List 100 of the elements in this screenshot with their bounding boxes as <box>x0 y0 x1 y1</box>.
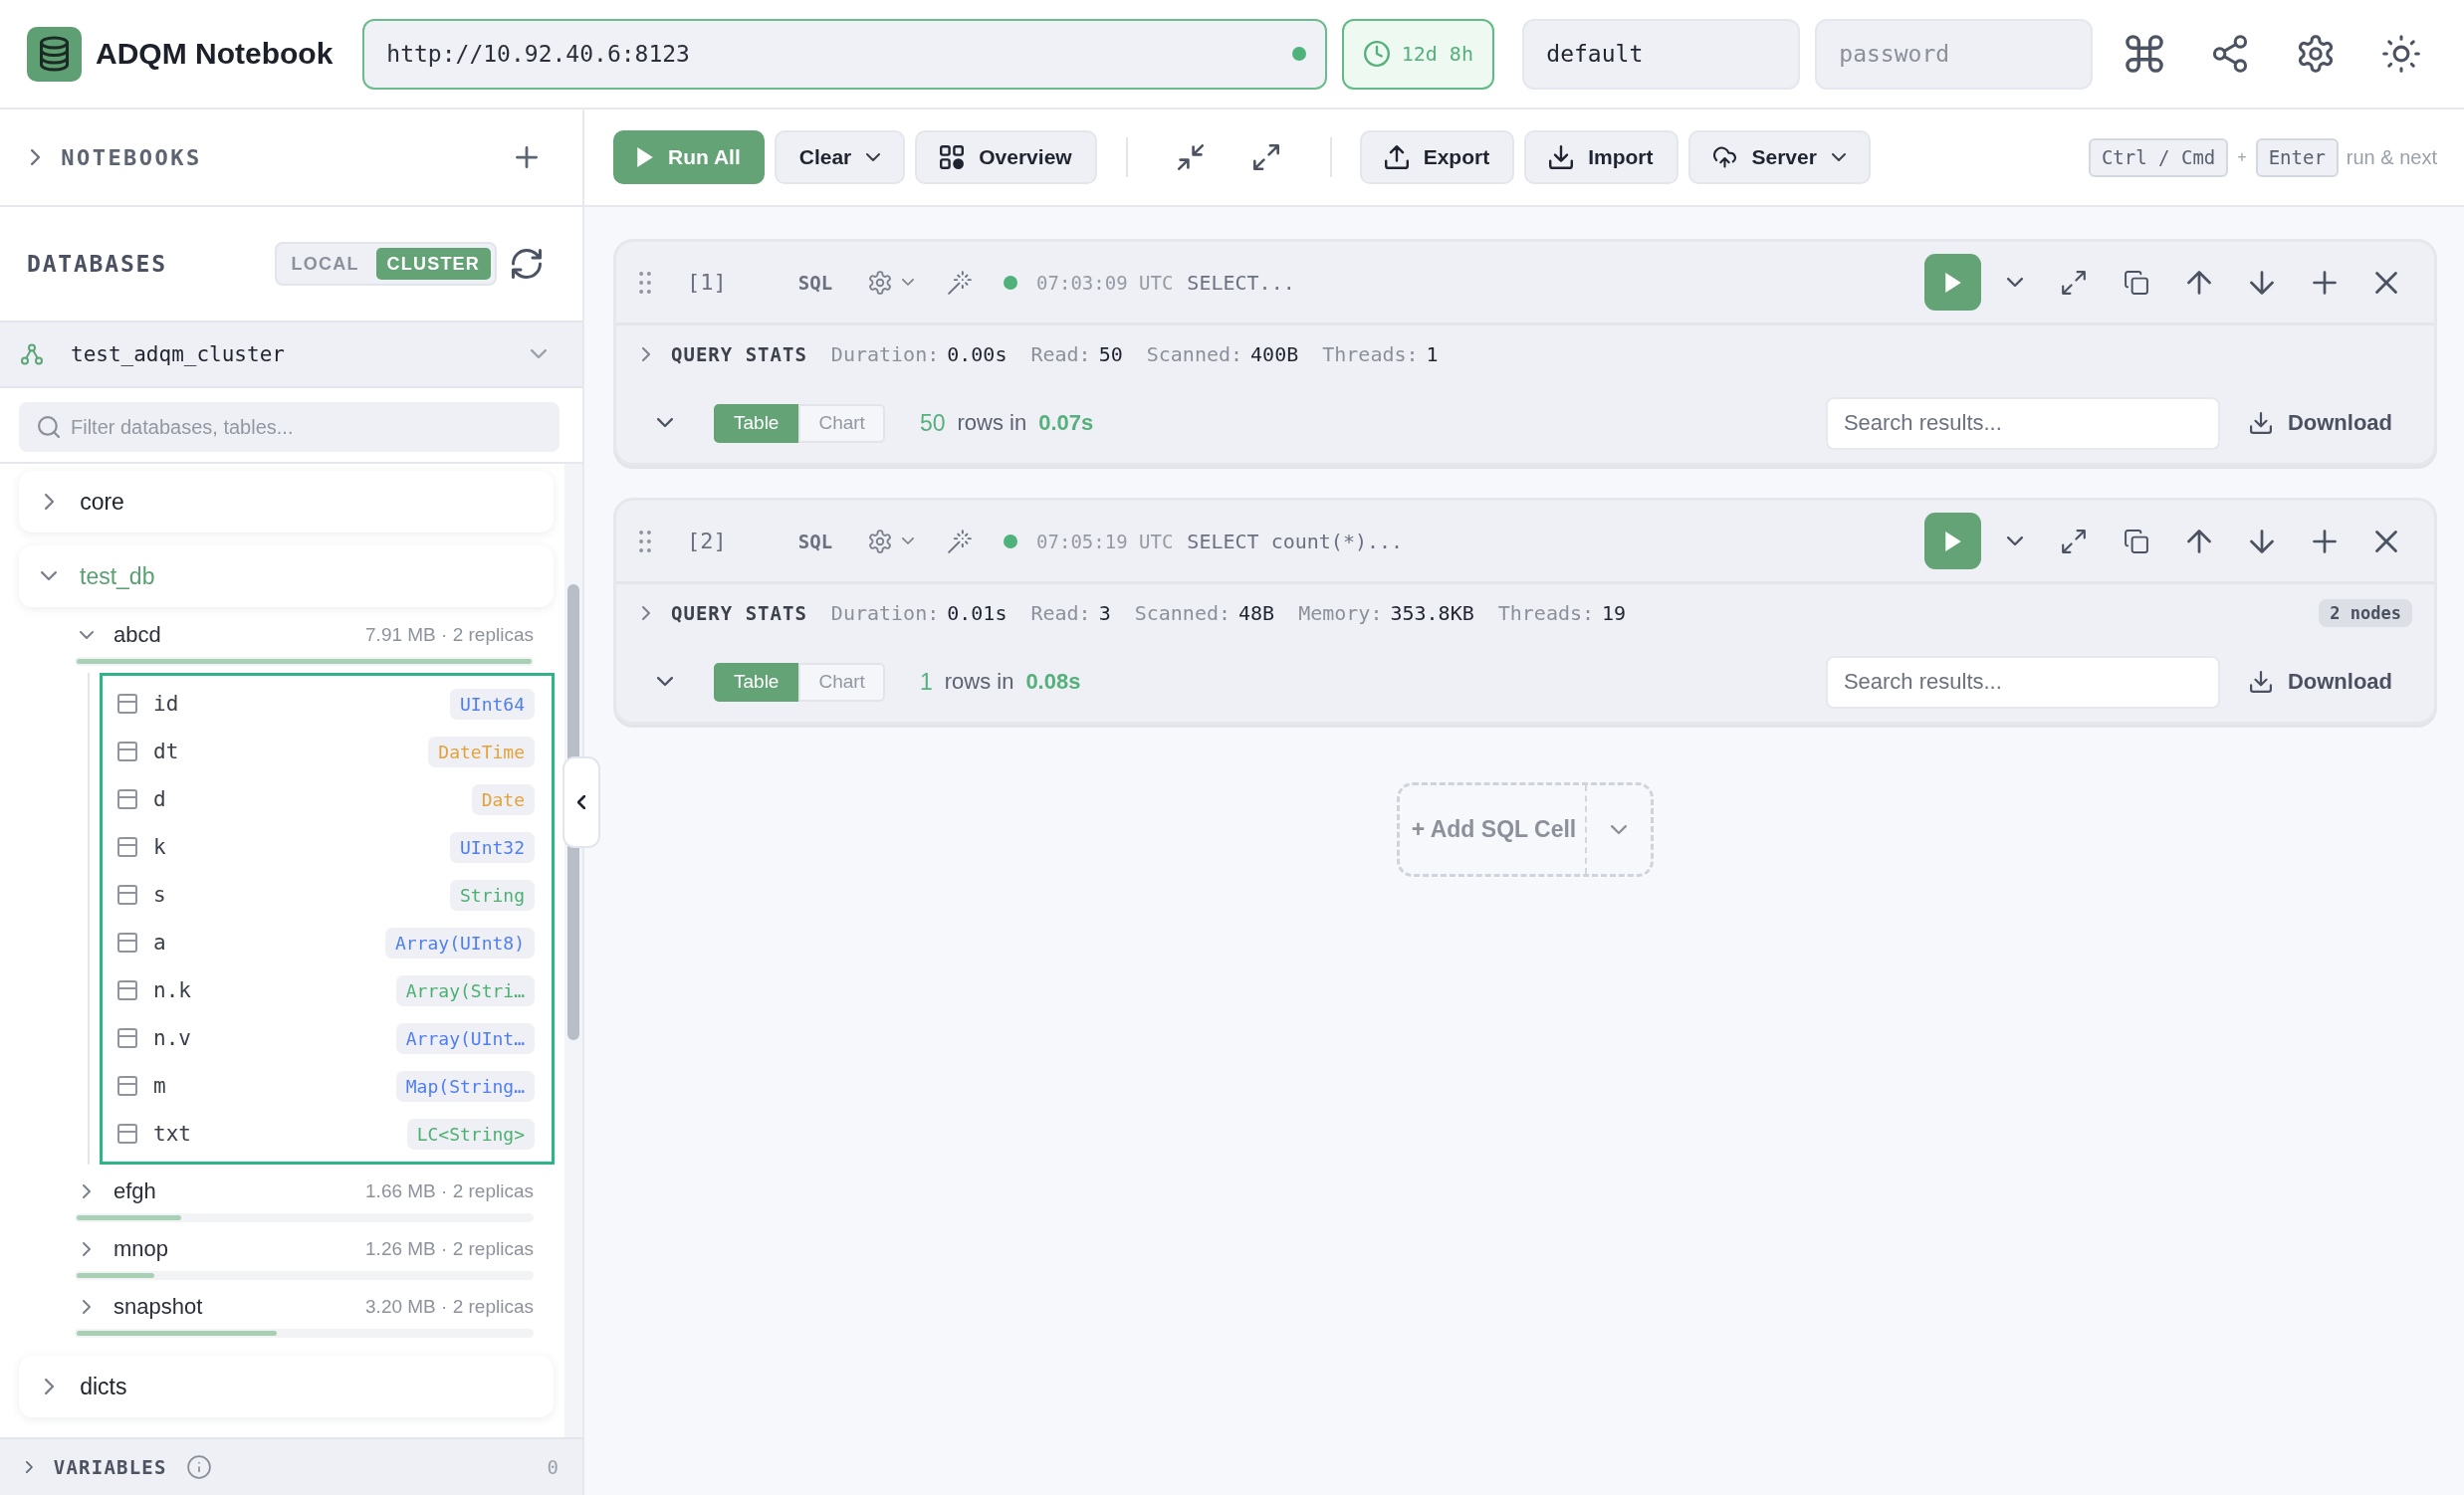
table-size: 1.66 MB · 2 replicas <box>365 1180 534 1202</box>
database-item[interactable]: core <box>19 471 554 533</box>
column-type: UInt64 <box>449 688 535 720</box>
column-name[interactable]: n.v <box>153 1026 191 1050</box>
settings-icon[interactable] <box>2297 35 2335 73</box>
column-name[interactable]: txt <box>153 1122 191 1146</box>
plus-icon[interactable] <box>2313 529 2337 553</box>
cluster-select[interactable]: test_adqm_cluster <box>0 320 582 388</box>
close-icon[interactable] <box>2375 271 2397 294</box>
username-field[interactable]: default <box>1522 18 1801 90</box>
arrow-down-icon[interactable] <box>2250 270 2274 295</box>
column-icon <box>117 1124 137 1144</box>
variables-heading[interactable]: VARIABLES <box>53 1456 167 1478</box>
chevron-icon[interactable] <box>657 418 673 428</box>
column-type: LC<String> <box>406 1118 535 1150</box>
arrows-in-icon[interactable] <box>1177 144 1204 170</box>
table-name[interactable]: efgh <box>113 1178 156 1204</box>
sun-icon[interactable] <box>2382 35 2420 73</box>
magic-wand-icon[interactable] <box>948 529 973 553</box>
column-type: Array(UInt… <box>395 1022 535 1054</box>
download-button[interactable]: Download <box>2249 410 2392 436</box>
arrows-out-icon[interactable] <box>2062 529 2086 553</box>
run-cell-button[interactable] <box>1924 513 1981 569</box>
column-icon <box>117 694 137 714</box>
query-preview[interactable]: SELECT... <box>1187 270 1295 295</box>
notebooks-heading[interactable]: NOTEBOOKS <box>61 144 202 170</box>
chevron-icon[interactable] <box>26 1461 33 1473</box>
search-field[interactable]: Search results... <box>1825 396 2220 450</box>
clear-button[interactable]: Clear <box>774 130 906 184</box>
column-name[interactable]: a <box>153 931 166 955</box>
caret-icon[interactable] <box>2007 277 2023 288</box>
play-icon <box>1944 531 1961 551</box>
run-cell-button[interactable] <box>1924 254 1981 311</box>
search-field[interactable]: Search results... <box>1825 655 2220 709</box>
download-icon <box>1549 145 1574 169</box>
run-time: 07:05:19 UTC <box>1036 530 1174 552</box>
plus-icon[interactable] <box>516 146 538 168</box>
filter-field[interactable]: Filter databases, tables... <box>19 402 560 452</box>
column-name[interactable]: n.k <box>153 978 191 1002</box>
server-button[interactable]: Server <box>1687 130 1871 184</box>
nodes-count: 2 nodes <box>2319 599 2412 627</box>
stat-value: 0.01s <box>947 601 1008 625</box>
table-name[interactable]: abcd <box>113 622 161 648</box>
download-button[interactable]: Download <box>2249 669 2392 695</box>
arrow-up-icon[interactable] <box>2187 529 2211 553</box>
close-icon[interactable] <box>2375 530 2397 552</box>
chevron-icon[interactable] <box>80 631 94 639</box>
url-field[interactable]: http://10.92.40.6:8123 <box>362 18 1328 90</box>
chevron-icon[interactable] <box>657 677 673 687</box>
cell-settings-button[interactable] <box>868 529 915 553</box>
info-icon[interactable] <box>186 1455 211 1479</box>
column-name[interactable]: s <box>153 883 166 907</box>
column-name[interactable]: m <box>153 1074 166 1098</box>
shortcut-action: run & next <box>2346 145 2437 169</box>
chevron-icon[interactable] <box>83 1242 91 1256</box>
import-button[interactable]: Import <box>1524 130 1679 184</box>
table-name[interactable]: snapshot <box>113 1294 203 1320</box>
arrow-up-icon[interactable] <box>2187 270 2211 295</box>
query-stats-label[interactable]: QUERY STATS <box>671 343 807 365</box>
chevron-icon[interactable] <box>83 1184 91 1198</box>
drag-handle-icon[interactable] <box>639 271 651 294</box>
caret-icon[interactable] <box>2007 535 2023 546</box>
column-icon <box>117 742 137 761</box>
copy-icon[interactable] <box>2125 270 2148 295</box>
column-type: Map(String… <box>395 1070 535 1102</box>
database-item[interactable]: dicts <box>19 1356 554 1417</box>
chevron-icon[interactable] <box>31 149 41 165</box>
query-stats-label[interactable]: QUERY STATS <box>671 602 807 624</box>
cell-settings-button[interactable] <box>868 270 915 295</box>
arrows-out-icon[interactable] <box>1252 144 1279 170</box>
upload-icon <box>1384 145 1409 169</box>
plus-icon[interactable] <box>2313 270 2337 295</box>
arrow-down-icon[interactable] <box>2250 529 2274 553</box>
table-size: 1.26 MB · 2 replicas <box>365 1238 534 1260</box>
play-icon <box>637 147 653 167</box>
clock-icon <box>1363 41 1390 67</box>
stat-value: 1 <box>1426 342 1439 366</box>
query-preview[interactable]: SELECT count(*)... <box>1187 529 1404 553</box>
column-name[interactable]: id <box>153 692 179 716</box>
caret-icon[interactable] <box>1611 824 1628 835</box>
column-name[interactable]: dt <box>153 740 179 763</box>
copy-icon[interactable] <box>2125 529 2148 553</box>
column-name[interactable]: d <box>153 787 166 811</box>
drag-handle-icon[interactable] <box>639 530 651 552</box>
chevron-icon[interactable] <box>642 347 650 361</box>
export-button[interactable]: Export <box>1359 130 1515 184</box>
refresh-icon[interactable] <box>512 249 542 279</box>
arrows-out-icon[interactable] <box>2062 270 2086 295</box>
column-name[interactable]: k <box>153 835 166 859</box>
command-icon[interactable] <box>2126 35 2163 73</box>
column-icon <box>117 1028 137 1048</box>
password-field[interactable]: password <box>1815 18 2094 90</box>
overview-button[interactable]: Overview <box>915 130 1097 184</box>
table-name[interactable]: mnop <box>113 1236 169 1262</box>
chevron-icon[interactable] <box>642 606 650 620</box>
chevron-icon[interactable] <box>83 1300 91 1314</box>
magic-wand-icon[interactable] <box>948 270 973 295</box>
database-logo-icon <box>27 26 82 82</box>
share-icon[interactable] <box>2211 35 2249 73</box>
column-type: Date <box>471 783 535 815</box>
